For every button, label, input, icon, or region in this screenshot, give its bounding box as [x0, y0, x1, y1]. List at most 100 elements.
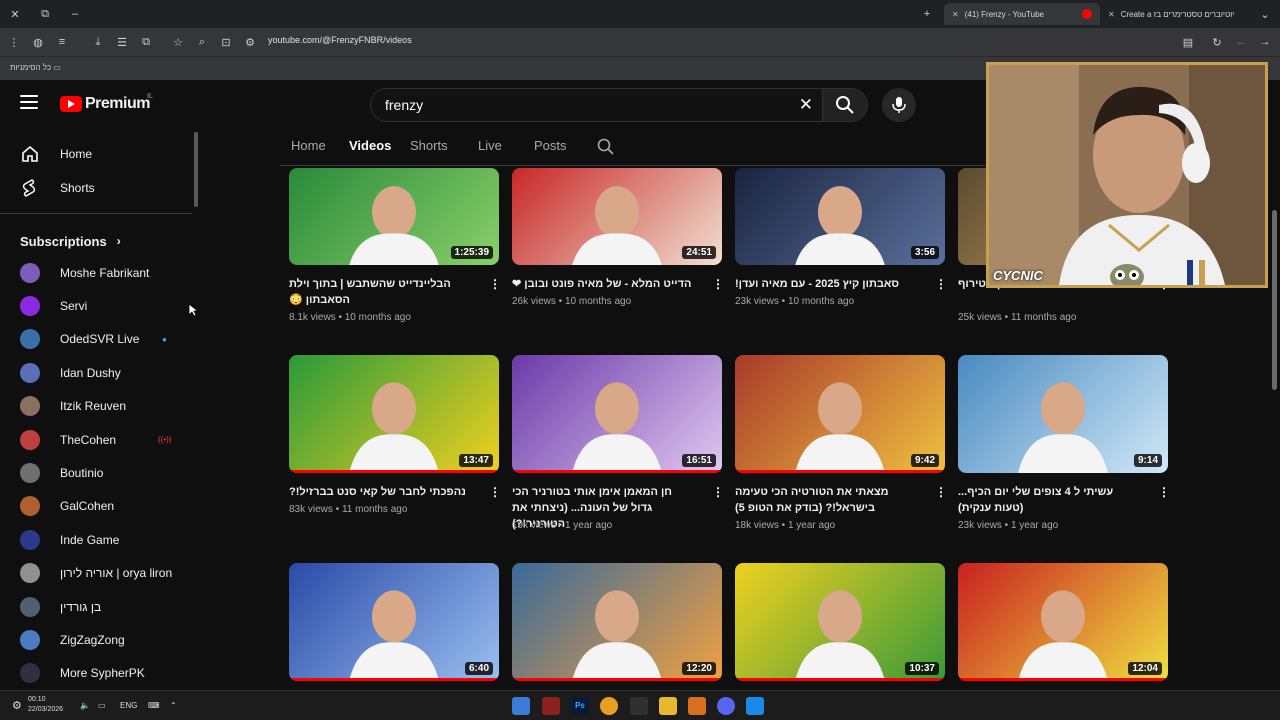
- sidebar-subscription-item[interactable]: Idan Dushy: [0, 356, 200, 389]
- forward-icon[interactable]: ←: [1229, 28, 1253, 56]
- video-thumbnail[interactable]: 1:25:39: [289, 168, 499, 265]
- zoom-icon[interactable]: ⌕: [190, 28, 214, 56]
- sidebar-scrollbar[interactable]: [194, 132, 198, 207]
- video-thumbnail[interactable]: 6:40: [289, 563, 499, 681]
- video-title[interactable]: הבליינדייט שהשתבש | בתוך וילת הסאבתון 😳: [289, 276, 469, 308]
- more-options-icon[interactable]: ⋮: [489, 485, 501, 499]
- new-tab-icon[interactable]: +: [912, 0, 942, 28]
- sidebar-subscription-item[interactable]: Inde Game: [0, 523, 200, 556]
- sidebar-subscription-item[interactable]: Moshe Fabrikant: [0, 256, 200, 289]
- sidebar-item-home[interactable]: Home: [0, 137, 200, 171]
- windows-start-icon[interactable]: [746, 697, 764, 715]
- keyboard-icon[interactable]: ⌨: [148, 701, 160, 710]
- tray-chevron-icon[interactable]: ⌃: [170, 701, 177, 710]
- tab-posts[interactable]: Posts: [534, 138, 567, 153]
- sidebar-subscription-item[interactable]: GalCohen: [0, 490, 200, 523]
- network-icon[interactable]: ▭: [98, 701, 106, 710]
- clear-search-icon[interactable]: ✕: [799, 95, 813, 115]
- video-metadata: 23k views • 1 year ago: [958, 520, 1059, 531]
- install-icon[interactable]: ⊡: [214, 28, 238, 56]
- sidebar-subscription-item[interactable]: Servi: [0, 289, 200, 322]
- video-thumbnail[interactable]: 3:56: [735, 168, 945, 265]
- sidebar-subscription-item[interactable]: OdedSVR Live ●: [0, 323, 200, 356]
- extension-icon[interactable]: ◍: [26, 28, 50, 56]
- more-options-icon[interactable]: ⋮: [935, 485, 947, 499]
- minimize-icon[interactable]: –: [60, 0, 90, 28]
- sidebar-subscription-item[interactable]: TheCohen ((•)): [0, 423, 200, 456]
- sidebar-subscription-item[interactable]: בן גורדין: [0, 590, 200, 623]
- bookmark-star-icon[interactable]: ☆: [166, 28, 190, 56]
- download-icon[interactable]: ⤓: [86, 28, 110, 56]
- thumbnail-image: [349, 185, 439, 265]
- video-title[interactable]: הדייט המלא - של מאיה פונט ובובן ❤: [512, 276, 692, 292]
- video-thumbnail[interactable]: 12:04: [958, 563, 1168, 681]
- tab-home[interactable]: Home: [291, 138, 326, 153]
- address-bar[interactable]: youtube.com/@FrenzyFNBR/videos: [268, 35, 412, 45]
- share-icon[interactable]: ⧉: [134, 28, 158, 56]
- avatar: [20, 296, 40, 317]
- taskbar-chrome-icon[interactable]: [600, 697, 618, 715]
- tab-create[interactable]: ✕ Create a יוטיוברים טסטרימרים בז: [1100, 3, 1256, 25]
- video-metadata: 19k views • 1 year ago: [512, 520, 613, 531]
- sidepanel-icon[interactable]: ▤: [1176, 28, 1200, 56]
- tab-close-icon[interactable]: ✕: [1108, 10, 1115, 19]
- tab-videos[interactable]: Videos: [349, 138, 391, 153]
- taskbar-folder-icon[interactable]: [659, 697, 677, 715]
- settings-gear-icon[interactable]: ⚙: [12, 699, 22, 712]
- video-title[interactable]: נהפכתי לחבר של קאי סנט בברזיל!?: [289, 484, 469, 500]
- video-thumbnail[interactable]: 13:47: [289, 355, 499, 473]
- youtube-logo[interactable]: Premium: [60, 95, 150, 113]
- all-bookmarks[interactable]: כל הסימניות ▭: [10, 63, 61, 72]
- reading-list-icon[interactable]: ≡: [50, 28, 74, 56]
- video-title[interactable]: עשיתי ל 4 צופים שלי יום הכיף... (טעות ענ…: [958, 484, 1138, 516]
- tab-live[interactable]: Live: [478, 138, 502, 153]
- video-thumbnail[interactable]: 24:51: [512, 168, 722, 265]
- sidebar-item-shorts[interactable]: Shorts: [0, 171, 200, 205]
- subscriptions-heading[interactable]: Subscriptions ›: [0, 226, 200, 256]
- sidebar-subscription-item[interactable]: Boutinio: [0, 456, 200, 489]
- taskbar-app2-icon[interactable]: [688, 697, 706, 715]
- sidebar-subscription-item[interactable]: Itzik Reuven: [0, 390, 200, 423]
- live-indicator-icon: ((•)): [158, 435, 172, 445]
- maximize-icon[interactable]: ⧉: [30, 0, 60, 28]
- close-icon[interactable]: ✕: [0, 0, 30, 28]
- video-title[interactable]: סאבתון קיץ 2025 - עם מאיה ועדן!: [735, 276, 915, 292]
- more-options-icon[interactable]: ⋮: [712, 485, 724, 499]
- video-thumbnail[interactable]: 10:37: [735, 563, 945, 681]
- system-clock[interactable]: 00:10 22/03/2026: [28, 695, 63, 715]
- video-title[interactable]: מצאתי את הטורטיה הכי טעימה בישראל!? (בוד…: [735, 484, 915, 516]
- site-info-icon[interactable]: ⚙: [238, 28, 262, 56]
- tab-youtube[interactable]: ✕ (41) Frenzy - YouTube: [944, 3, 1100, 25]
- history-icon[interactable]: ☰: [110, 28, 134, 56]
- sidebar-subscription-item[interactable]: More SypherPK: [0, 657, 200, 690]
- tab-search-icon[interactable]: ⌄: [1250, 0, 1280, 28]
- language-indicator[interactable]: ENG: [120, 701, 137, 710]
- page-scrollbar[interactable]: [1272, 210, 1277, 390]
- search-button[interactable]: [822, 88, 868, 122]
- search-input[interactable]: [371, 89, 751, 121]
- taskbar-photoshop-icon[interactable]: Ps: [571, 697, 589, 715]
- sidebar-subscription-item[interactable]: ZigZagZong: [0, 623, 200, 656]
- video-thumbnail[interactable]: 12:20: [512, 563, 722, 681]
- video-thumbnail[interactable]: 16:51: [512, 355, 722, 473]
- taskbar-app-icon[interactable]: [542, 697, 560, 715]
- channel-search-icon[interactable]: [597, 138, 615, 156]
- voice-search-button[interactable]: [882, 88, 916, 122]
- tab-shorts[interactable]: Shorts: [410, 138, 448, 153]
- menu-dots-icon[interactable]: ⋮: [2, 28, 26, 56]
- reload-icon[interactable]: ↻: [1205, 28, 1229, 56]
- back-icon[interactable]: →: [1253, 28, 1277, 56]
- tab-close-icon[interactable]: ✕: [952, 10, 959, 19]
- more-options-icon[interactable]: ⋮: [935, 277, 947, 291]
- video-thumbnail[interactable]: 9:14: [958, 355, 1168, 473]
- more-options-icon[interactable]: ⋮: [712, 277, 724, 291]
- video-thumbnail[interactable]: 9:42: [735, 355, 945, 473]
- volume-icon[interactable]: 🔈: [80, 701, 90, 710]
- sidebar-subscription-item[interactable]: אוריה לירון | orya liron: [0, 557, 200, 590]
- hamburger-menu-icon[interactable]: [20, 95, 38, 109]
- more-options-icon[interactable]: ⋮: [489, 277, 501, 291]
- taskbar-discord-icon[interactable]: [717, 697, 735, 715]
- taskbar-epic-icon[interactable]: [630, 697, 648, 715]
- taskbar-notes-icon[interactable]: [512, 697, 530, 715]
- more-options-icon[interactable]: ⋮: [1158, 485, 1170, 499]
